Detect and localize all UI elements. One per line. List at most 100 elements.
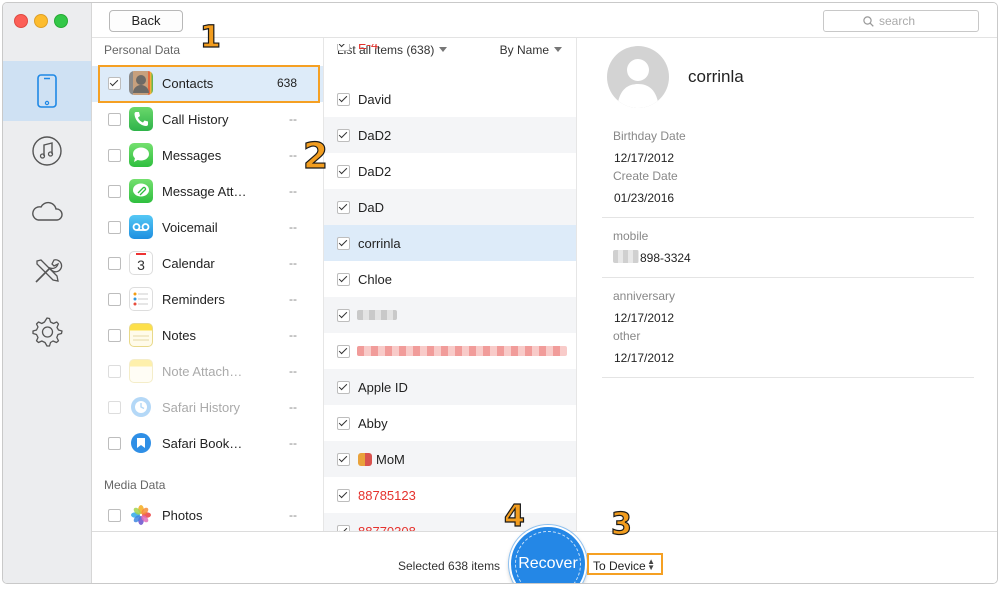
list-item[interactable]: 88785123 xyxy=(324,477,576,513)
checkbox[interactable] xyxy=(337,381,350,394)
checkbox[interactable] xyxy=(337,129,350,142)
back-button[interactable]: Back xyxy=(109,10,183,32)
list-item[interactable]: David xyxy=(324,81,576,117)
category-count: -- xyxy=(289,436,297,450)
checkbox[interactable] xyxy=(108,401,121,414)
category-label: Messages xyxy=(162,148,222,163)
category-safari-history[interactable]: Safari History -- xyxy=(92,390,323,426)
calendar-day: 3 xyxy=(137,257,145,273)
contact-name: David xyxy=(358,92,392,107)
list-item[interactable]: DaD2 xyxy=(324,117,576,153)
contact-name: 88785123 xyxy=(358,488,416,503)
list-item[interactable]: E-4 xyxy=(324,44,576,62)
category-count: -- xyxy=(289,364,297,378)
category-label: Safari Book… xyxy=(162,436,243,451)
checkbox[interactable] xyxy=(337,44,350,51)
section-header-media: Media Data xyxy=(104,478,166,492)
checkbox[interactable] xyxy=(108,221,121,234)
checkbox[interactable] xyxy=(337,165,350,178)
person-icon xyxy=(617,59,659,108)
redacted-name xyxy=(357,346,567,356)
up-down-chevron-icon: ▲ ▼ xyxy=(647,557,655,572)
paperclip-icon xyxy=(129,179,153,203)
sidebar-item-tools[interactable] xyxy=(3,241,91,301)
list-item[interactable]: Apple ID xyxy=(324,369,576,405)
category-calendar[interactable]: 3 Calendar -- xyxy=(92,246,323,282)
divider xyxy=(602,377,974,378)
category-label: Message Att… xyxy=(162,184,247,199)
checkbox[interactable] xyxy=(337,345,350,358)
sidebar-item-icloud[interactable] xyxy=(3,181,91,241)
checkbox[interactable] xyxy=(337,201,350,214)
search-placeholder: search xyxy=(879,14,916,28)
category-photos[interactable]: Photos -- xyxy=(92,498,323,531)
birthday-value: 12/17/2012 xyxy=(614,151,675,165)
contact-name: DaD2 xyxy=(358,128,392,143)
category-count: -- xyxy=(289,184,297,198)
list-item[interactable]: DaD2 xyxy=(324,153,576,189)
sidebar-item-settings[interactable] xyxy=(3,301,91,361)
toolbar: Back search xyxy=(92,3,997,38)
checkbox[interactable] xyxy=(108,365,121,378)
checkbox[interactable] xyxy=(337,237,350,250)
list-item[interactable]: corrinla xyxy=(324,225,576,261)
checkbox[interactable] xyxy=(108,293,121,306)
list-item[interactable]: Chloe xyxy=(324,261,576,297)
sidebar-item-device[interactable] xyxy=(3,61,91,121)
reminders-icon xyxy=(129,287,153,311)
contact-list-panel: List all items (638) By Name E-4 David D… xyxy=(324,38,577,531)
birthday-label: Birthday Date xyxy=(613,129,686,143)
calendar-icon: 3 xyxy=(129,251,153,275)
list-item[interactable] xyxy=(324,333,576,369)
phone-icon xyxy=(129,107,153,131)
mobile-value: 898-3324 xyxy=(640,251,691,265)
category-label: Note Attach… xyxy=(162,364,243,379)
other-date-label: other xyxy=(613,329,641,343)
checkbox[interactable] xyxy=(108,113,121,126)
checkbox[interactable] xyxy=(337,417,350,430)
search-input[interactable]: search xyxy=(823,10,979,32)
close-window-button[interactable] xyxy=(14,14,28,28)
category-call-history[interactable]: Call History -- xyxy=(92,102,323,138)
gear-icon xyxy=(32,317,63,347)
checkbox[interactable] xyxy=(337,93,350,106)
zoom-window-button[interactable] xyxy=(54,14,68,28)
category-count: -- xyxy=(289,112,297,126)
category-voicemail[interactable]: Voicemail -- xyxy=(92,210,323,246)
checkbox[interactable] xyxy=(337,453,350,466)
checkbox[interactable] xyxy=(337,309,350,322)
category-message-attachments[interactable]: Message Att… -- xyxy=(92,174,323,210)
checkbox[interactable] xyxy=(337,273,350,286)
create-date-label: Create Date xyxy=(613,169,678,183)
category-reminders[interactable]: Reminders -- xyxy=(92,282,323,318)
checkbox[interactable] xyxy=(108,437,121,450)
list-item[interactable]: DaD xyxy=(324,189,576,225)
category-notes[interactable]: Notes -- xyxy=(92,318,323,354)
list-item[interactable]: MoM xyxy=(324,441,576,477)
checkbox[interactable] xyxy=(337,489,350,502)
music-note-icon xyxy=(32,136,62,166)
list-item[interactable]: Abby xyxy=(324,405,576,441)
checkbox[interactable] xyxy=(108,149,121,162)
sidebar xyxy=(3,3,92,583)
checkbox[interactable] xyxy=(108,509,121,522)
checkbox[interactable] xyxy=(108,329,121,342)
category-safari-bookmarks[interactable]: Safari Book… -- xyxy=(92,426,323,462)
sidebar-item-music[interactable] xyxy=(3,121,91,181)
list-item[interactable] xyxy=(324,297,576,333)
category-note-attachments[interactable]: Note Attach… -- xyxy=(92,354,323,390)
anniversary-value: 12/17/2012 xyxy=(614,311,675,325)
category-messages[interactable]: Messages -- xyxy=(92,138,323,174)
contact-detail-panel: corrinla Birthday Date 12/17/2012 Create… xyxy=(577,38,997,531)
contact-name: E-4 xyxy=(358,44,379,52)
note-attachment-icon xyxy=(129,359,153,383)
safari-history-icon xyxy=(129,395,153,419)
divider xyxy=(602,277,974,278)
checkbox[interactable] xyxy=(108,257,121,270)
destination-select[interactable]: To Device ▲ ▼ xyxy=(587,553,663,575)
category-label: Voicemail xyxy=(162,220,218,235)
category-label: Calendar xyxy=(162,256,215,271)
checkbox[interactable] xyxy=(108,185,121,198)
minimize-window-button[interactable] xyxy=(34,14,48,28)
mobile-label: mobile xyxy=(613,229,649,243)
